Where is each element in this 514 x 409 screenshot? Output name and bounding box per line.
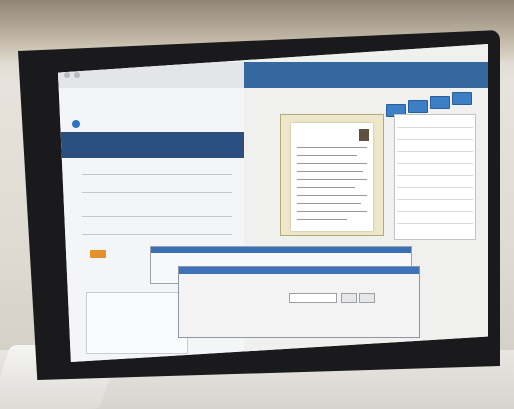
list-item[interactable]	[397, 127, 473, 128]
doc-text-line	[297, 163, 367, 164]
photo-stamp	[359, 129, 369, 141]
dialog-input[interactable]	[289, 293, 337, 303]
dialog-window	[178, 266, 420, 338]
toolbar-button-2[interactable]	[408, 100, 428, 113]
dialog-titlebar	[179, 267, 419, 274]
site-banner	[58, 132, 258, 158]
doc-text-line	[297, 179, 367, 180]
form-divider	[82, 174, 232, 175]
list-item[interactable]	[397, 187, 473, 188]
forward-icon[interactable]	[74, 72, 80, 78]
doc-text-line	[297, 195, 367, 196]
list-item[interactable]	[397, 223, 473, 224]
screen	[58, 44, 488, 362]
list-item[interactable]	[397, 211, 473, 212]
doc-text-line	[297, 147, 367, 148]
back-icon[interactable]	[64, 72, 70, 78]
app-header	[244, 62, 488, 88]
doc-text-line	[297, 187, 355, 188]
document-viewer	[280, 114, 384, 236]
doc-text-line	[297, 171, 363, 172]
list-item[interactable]	[397, 199, 473, 200]
toolbar-button-3[interactable]	[430, 96, 450, 109]
doc-text-line	[297, 155, 357, 156]
dialog-ok-button[interactable]	[341, 293, 357, 303]
list-item[interactable]	[397, 175, 473, 176]
record-list	[394, 114, 476, 240]
document-page	[291, 123, 373, 231]
toolbar-button-4[interactable]	[452, 92, 472, 105]
doc-text-line	[297, 211, 367, 212]
results-table	[86, 292, 188, 354]
form-divider	[82, 216, 232, 217]
doc-text-line	[297, 203, 361, 204]
dialog-cancel-button[interactable]	[359, 293, 375, 303]
submit-button[interactable]	[90, 250, 106, 258]
list-item[interactable]	[397, 151, 473, 152]
doc-text-line	[297, 219, 347, 220]
info-icon[interactable]	[72, 120, 80, 128]
list-item[interactable]	[397, 163, 473, 164]
list-item[interactable]	[397, 139, 473, 140]
form-divider	[82, 234, 232, 235]
form-divider	[82, 192, 232, 193]
notice-titlebar	[151, 247, 411, 253]
